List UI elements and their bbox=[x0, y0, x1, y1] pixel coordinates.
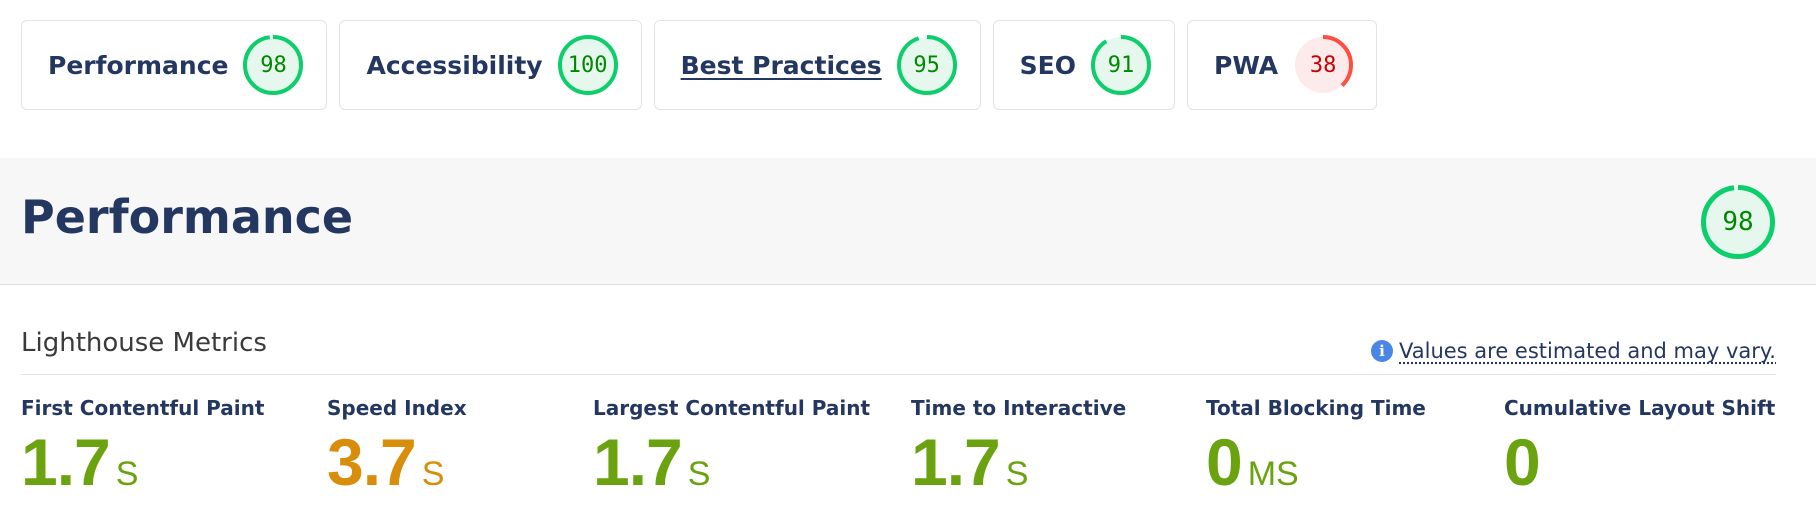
metric-speed-index: Speed Index 3.7 S bbox=[327, 396, 467, 500]
metric-value: 3.7 S bbox=[327, 424, 467, 500]
metric-unit: S bbox=[115, 455, 139, 493]
score-gauge: 91 bbox=[1090, 34, 1152, 96]
estimate-note-link[interactable]: Values are estimated and may vary. bbox=[1399, 339, 1776, 363]
performance-section-header: Performance 98 bbox=[0, 158, 1816, 285]
metric-total-blocking-time: Total Blocking Time 0 MS bbox=[1206, 396, 1426, 500]
metric-unit: S bbox=[687, 455, 711, 493]
metric-label: Largest Contentful Paint bbox=[593, 396, 871, 420]
tab-performance[interactable]: Performance 98 bbox=[21, 20, 328, 110]
tab-pwa[interactable]: PWA 38 bbox=[1187, 20, 1378, 110]
score-value: 100 bbox=[567, 52, 608, 78]
metric-number: 0 bbox=[1504, 425, 1541, 499]
metric-label: First Contentful Paint bbox=[21, 396, 265, 420]
metric-cumulative-layout-shift: Cumulative Layout Shift 0 bbox=[1504, 396, 1775, 500]
metrics-grid: First Contentful Paint 1.7 S Speed Index… bbox=[21, 396, 1781, 516]
info-icon: i bbox=[1371, 340, 1393, 362]
metric-value: 1.7 S bbox=[593, 424, 870, 500]
score-gauge: 38 bbox=[1292, 34, 1354, 96]
score-value: 98 bbox=[1722, 207, 1754, 237]
metric-number: 0 bbox=[1206, 425, 1243, 499]
tab-label: Performance bbox=[48, 50, 229, 80]
metric-label: Time to Interactive bbox=[911, 396, 1127, 420]
metric-unit: MS bbox=[1247, 455, 1299, 493]
performance-score-gauge: 98 bbox=[1700, 184, 1776, 260]
metric-unit: S bbox=[421, 455, 445, 493]
score-gauge: 95 bbox=[896, 34, 958, 96]
metric-first-contentful-paint: First Contentful Paint 1.7 S bbox=[21, 396, 264, 500]
score-value: 38 bbox=[1309, 52, 1337, 78]
metrics-title: Lighthouse Metrics bbox=[21, 328, 267, 358]
estimate-note: i Values are estimated and may vary. bbox=[1371, 339, 1776, 363]
metric-number: 1.7 bbox=[593, 425, 683, 499]
metric-number: 3.7 bbox=[327, 425, 417, 499]
section-title: Performance bbox=[21, 190, 354, 244]
metric-time-to-interactive: Time to Interactive 1.7 S bbox=[911, 396, 1126, 500]
metric-label: Total Blocking Time bbox=[1206, 396, 1426, 420]
metric-number: 1.7 bbox=[21, 425, 111, 499]
tab-label: PWA bbox=[1214, 50, 1279, 80]
score-gauge: 100 bbox=[557, 34, 619, 96]
metric-unit: S bbox=[1005, 455, 1029, 493]
category-tabs: Performance 98 Accessibility 100 Best Pr… bbox=[21, 20, 1378, 110]
metric-number: 1.7 bbox=[911, 425, 1001, 499]
tab-label: SEO bbox=[1019, 50, 1077, 80]
tab-label: Accessibility bbox=[366, 50, 543, 80]
tab-accessibility[interactable]: Accessibility 100 bbox=[339, 20, 642, 110]
score-value: 95 bbox=[913, 52, 940, 78]
tab-label: Best Practices bbox=[680, 50, 882, 80]
metric-value: 0 bbox=[1504, 424, 1775, 500]
metric-label: Cumulative Layout Shift bbox=[1504, 396, 1776, 420]
metric-label: Speed Index bbox=[327, 396, 467, 420]
metrics-header: Lighthouse Metrics i Values are estimate… bbox=[21, 325, 1776, 375]
score-gauge: 98 bbox=[242, 34, 304, 96]
metric-value: 1.7 S bbox=[911, 424, 1126, 500]
metric-value: 1.7 S bbox=[21, 424, 264, 500]
metric-value: 0 MS bbox=[1206, 424, 1426, 500]
score-value: 98 bbox=[260, 52, 287, 78]
score-value: 91 bbox=[1107, 52, 1135, 78]
tab-seo[interactable]: SEO 91 bbox=[992, 20, 1176, 110]
metric-largest-contentful-paint: Largest Contentful Paint 1.7 S bbox=[593, 396, 870, 500]
tab-best-practices[interactable]: Best Practices 95 bbox=[653, 20, 981, 110]
